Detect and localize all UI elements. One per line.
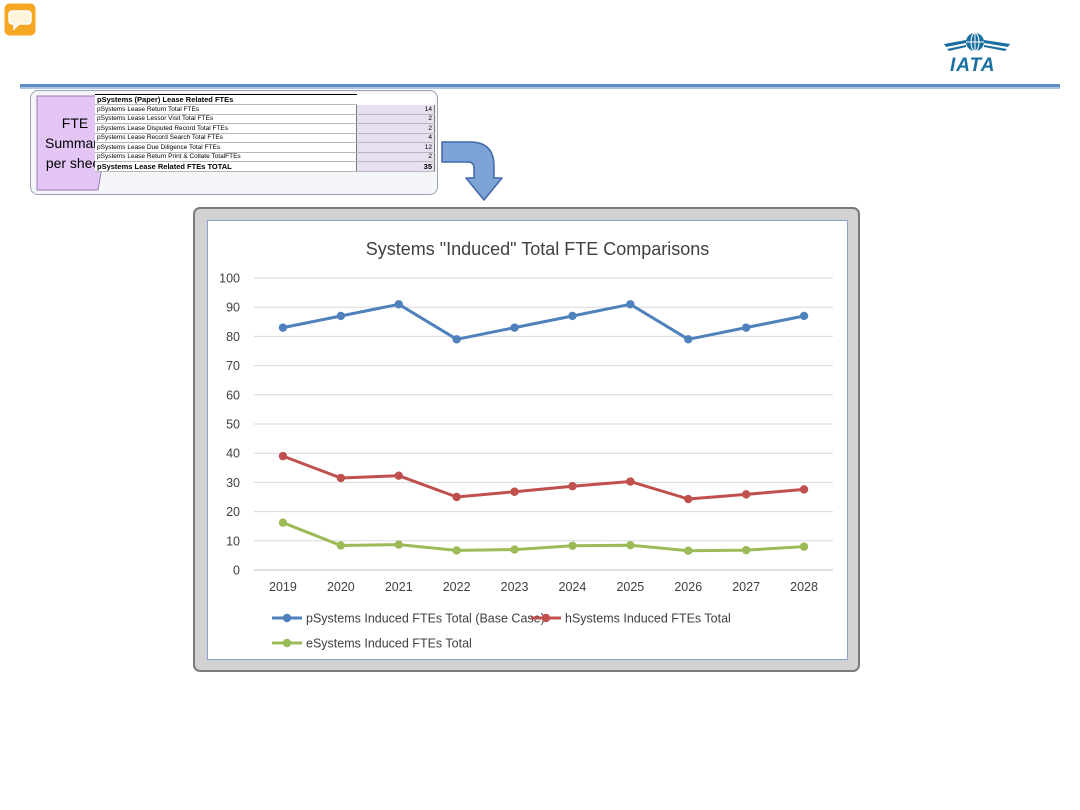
- table-row: pSystems Lease Return Total FTEs 14: [95, 104, 435, 115]
- data-point: [799, 311, 809, 321]
- table-row: pSystems Lease Due Diligence Total FTEs …: [95, 142, 435, 153]
- row-value: 2: [356, 152, 435, 162]
- data-point: [684, 494, 693, 504]
- data-point: [394, 540, 403, 549]
- data-point: [741, 323, 751, 332]
- x-tick-label: 2019: [269, 580, 297, 594]
- chart-area: Systems "Induced" Total FTE Comparisons 0…: [207, 220, 848, 660]
- x-tick-label: 2022: [443, 580, 471, 594]
- row-label: pSystems Lease Return Print & Collate To…: [95, 152, 357, 162]
- legend-label: pSystems Induced FTEs Total (Base Case): [306, 612, 545, 626]
- data-point: [741, 490, 751, 499]
- series-line: [282, 302, 805, 341]
- data-point: [799, 542, 809, 551]
- data-point: [336, 473, 346, 483]
- data-point: [626, 300, 635, 309]
- data-point: [684, 546, 693, 555]
- row-label: pSystems Lease Lessor Visit Total FTEs: [95, 114, 357, 124]
- x-tick-label: 2025: [616, 580, 644, 594]
- data-point: [452, 335, 461, 344]
- data-point: [336, 311, 346, 321]
- data-point: [568, 541, 577, 550]
- row-value: 2: [356, 123, 435, 134]
- x-tick-label: 2023: [501, 580, 529, 594]
- x-tick-label: 2028: [790, 580, 818, 594]
- row-value: 12: [356, 142, 435, 153]
- table-row: pSystems Lease Return Print & Collate To…: [95, 152, 435, 162]
- data-point: [336, 541, 346, 550]
- x-tick-label: 2020: [327, 580, 355, 594]
- data-point: [741, 545, 751, 555]
- table-row: pSystems Lease Disputed Record Total FTE…: [95, 123, 435, 134]
- data-point: [799, 485, 809, 494]
- legend-swatch-marker: [282, 638, 292, 648]
- y-tick-label: 70: [226, 359, 240, 373]
- speech-bubble-icon[interactable]: [4, 3, 36, 36]
- x-tick-label: 2024: [559, 580, 587, 594]
- table-row: pSystems Lease Record Search Total FTEs …: [95, 133, 435, 143]
- total-label: pSystems Lease Related FTEs TOTAL: [95, 161, 357, 172]
- data-point: [510, 487, 519, 496]
- data-point: [684, 335, 693, 344]
- data-point: [510, 323, 519, 332]
- data-point: [510, 545, 519, 554]
- table-row: pSystems Lease Lessor Visit Total FTEs 2: [95, 114, 435, 124]
- y-tick-label: 40: [226, 447, 240, 461]
- row-label: pSystems Lease Record Search Total FTEs: [95, 133, 357, 143]
- data-point: [278, 451, 288, 461]
- data-point: [452, 546, 461, 555]
- data-point: [568, 311, 577, 321]
- data-point: [452, 492, 461, 502]
- x-tick-label: 2026: [674, 580, 702, 594]
- line-chart: Systems "Induced" Total FTE Comparisons 0…: [219, 239, 833, 651]
- data-point: [626, 540, 635, 550]
- chart-frame: Systems "Induced" Total FTE Comparisons 0…: [193, 207, 860, 672]
- y-tick-label: 10: [226, 534, 240, 548]
- data-point: [394, 471, 403, 480]
- row-label: pSystems Lease Return Total FTEs: [95, 104, 357, 115]
- row-label: pSystems Lease Disputed Record Total FTE…: [95, 123, 357, 134]
- legend-swatch-marker: [541, 613, 551, 623]
- y-tick-label: 50: [226, 418, 240, 432]
- row-label: pSystems Lease Due Diligence Total FTEs: [95, 142, 357, 153]
- y-tick-label: 60: [226, 388, 240, 402]
- row-value: 4: [356, 133, 435, 143]
- legend-label: hSystems Induced FTEs Total: [565, 612, 731, 626]
- series-line: [282, 454, 805, 501]
- table-title: pSystems (Paper) Lease Related FTEs: [95, 94, 357, 105]
- y-tick-label: 30: [226, 476, 240, 490]
- legend-label: eSystems Induced FTEs Total: [306, 637, 472, 651]
- x-tick-label: 2021: [385, 580, 413, 594]
- chart-title: Systems "Induced" Total FTE Comparisons: [366, 239, 710, 259]
- data-point: [278, 518, 288, 527]
- table-total-row: pSystems Lease Related FTEs TOTAL 35: [95, 161, 435, 172]
- row-value: 14: [356, 104, 435, 115]
- y-tick-label: 90: [226, 301, 240, 315]
- data-point: [394, 300, 403, 309]
- total-value: 35: [356, 161, 435, 172]
- fte-summary-table: pSystems (Paper) Lease Related FTEs pSys…: [95, 94, 435, 172]
- y-tick-label: 20: [226, 505, 240, 519]
- row-value: 2: [356, 114, 435, 124]
- legend-swatch-marker: [282, 613, 292, 623]
- header-divider-light: [20, 87, 1060, 89]
- data-point: [278, 323, 288, 332]
- data-point: [568, 481, 577, 491]
- series-line: [282, 521, 805, 553]
- y-tick-label: 100: [219, 272, 240, 286]
- y-tick-label: 0: [233, 564, 240, 578]
- x-tick-label: 2027: [732, 580, 760, 594]
- y-tick-label: 80: [226, 330, 240, 344]
- curved-arrow-icon: [441, 141, 503, 201]
- logo-text: IATA: [950, 55, 996, 76]
- table-header-row: pSystems (Paper) Lease Related FTEs: [95, 94, 435, 105]
- fte-summary-panel: FTE Summary per sheet pSystems (Paper) L…: [30, 90, 438, 195]
- data-point: [626, 477, 635, 486]
